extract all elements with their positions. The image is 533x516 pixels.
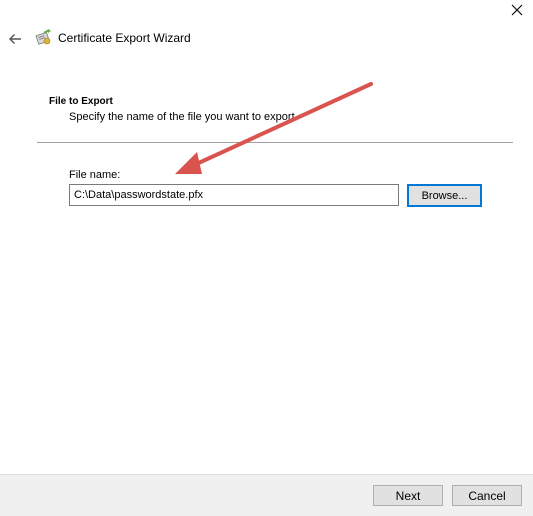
next-button[interactable]: Next	[373, 485, 443, 506]
close-icon	[511, 4, 523, 16]
browse-button[interactable]: Browse...	[407, 184, 482, 207]
annotation-arrow	[175, 82, 373, 174]
section-title: File to Export	[49, 96, 113, 107]
header-divider	[37, 142, 513, 143]
close-button[interactable]	[501, 0, 533, 20]
certificate-export-wizard-window: Certificate Export Wizard File to Export…	[0, 0, 533, 516]
annotation-arrow-line	[190, 82, 373, 168]
back-arrow-icon	[9, 34, 21, 44]
section-description: Specify the name of the file you want to…	[69, 111, 295, 123]
wizard-title: Certificate Export Wizard	[58, 31, 191, 45]
certificate-wizard-icon	[35, 29, 53, 47]
file-name-input[interactable]: C:\Data\passwordstate.pfx	[69, 184, 399, 206]
cancel-button[interactable]: Cancel	[452, 485, 522, 506]
back-button[interactable]	[4, 28, 26, 50]
annotation-arrow-head	[175, 152, 202, 174]
wizard-footer: Next Cancel	[0, 474, 533, 516]
file-name-label: File name:	[69, 169, 121, 181]
